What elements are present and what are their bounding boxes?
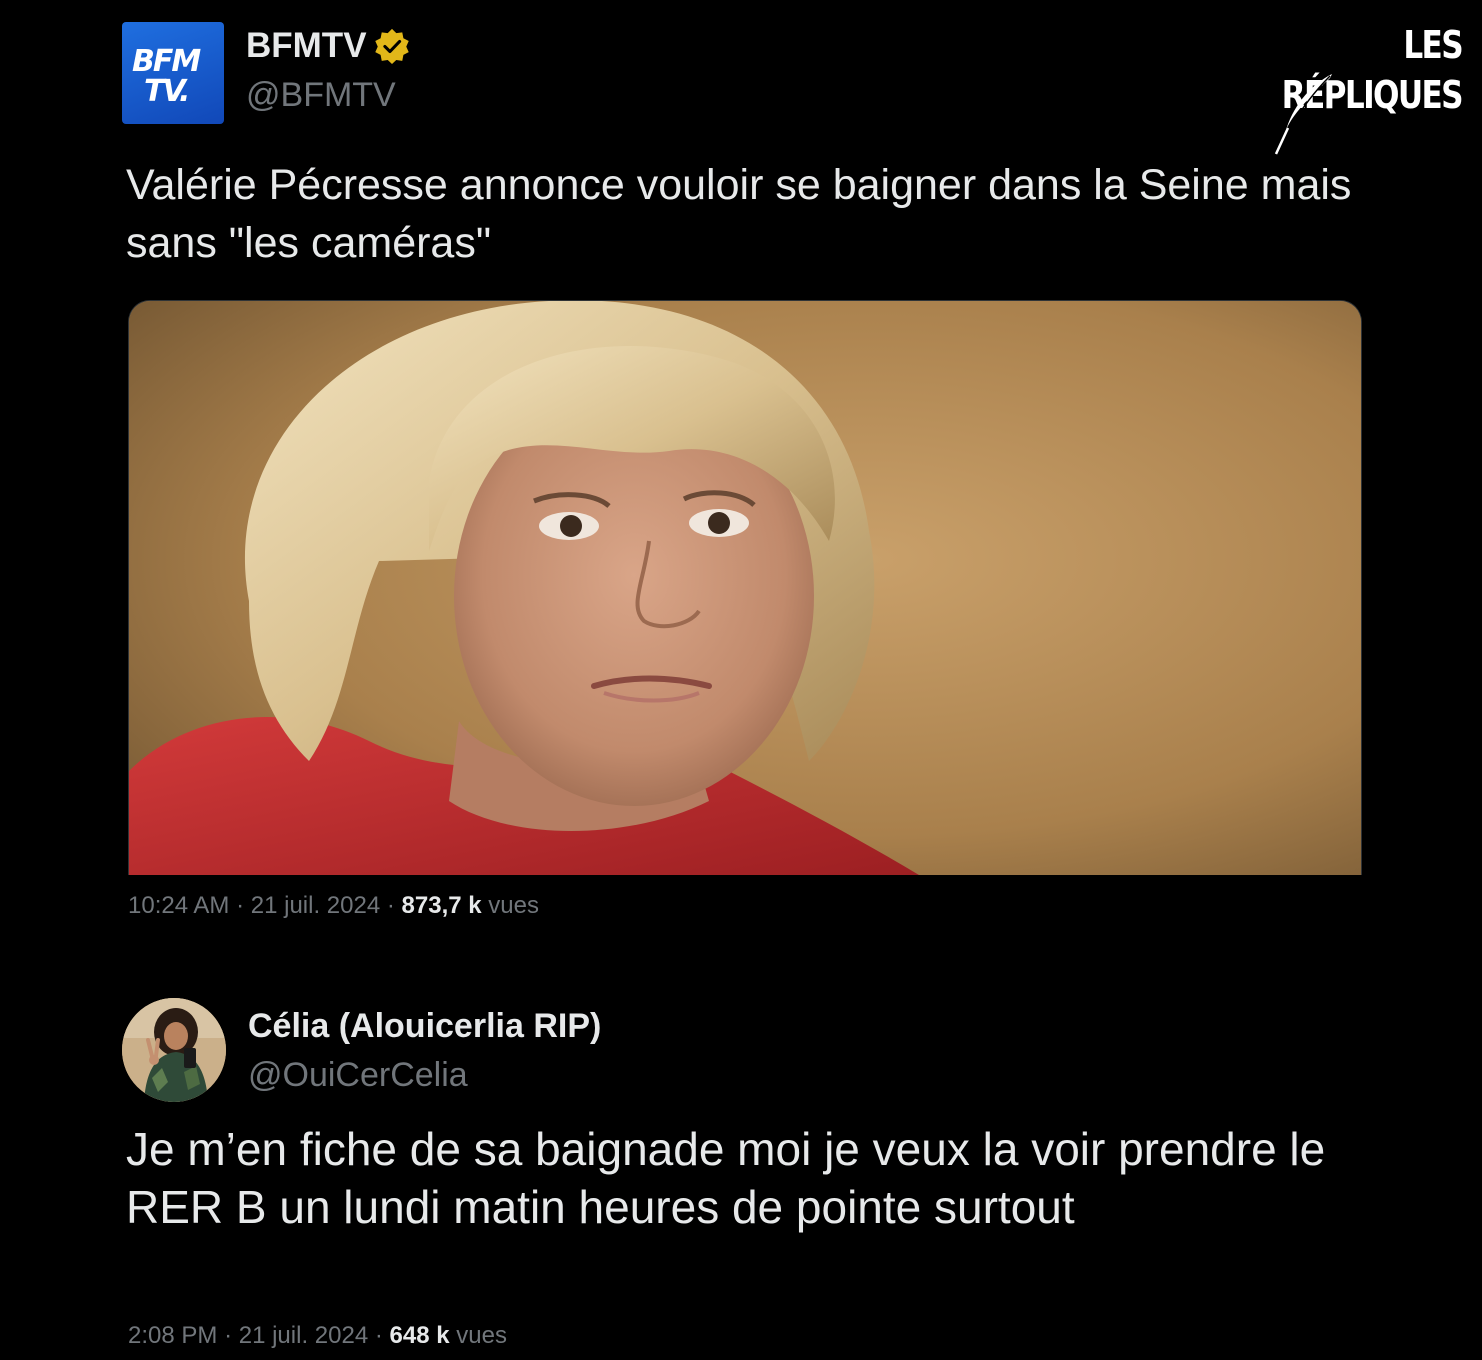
tweet-text: Valérie Pécresse annonce vouloir se baig… (126, 161, 1352, 267)
handle[interactable]: @OuiCerCelia (248, 1052, 601, 1098)
tweet-header: Célia (Alouicerlia RIP) @OuiCerCelia (122, 998, 1362, 1104)
tweet-time[interactable]: 10:24 AM (128, 892, 229, 919)
meta-separator: · (224, 1322, 233, 1349)
views-label: vues (488, 892, 539, 919)
profile-photo-selfie-icon (122, 998, 226, 1102)
tweet-header: BFM TV. BFMTV @BFMTV (122, 20, 1362, 126)
tweet-bfmtv[interactable]: BFM TV. BFMTV @BFMTV Valérie Pécresse an… (122, 20, 1362, 919)
verified-gold-badge-icon (374, 28, 409, 65)
views-count: 873,7 k (401, 892, 482, 919)
tweet-meta: 2:08 PM · 21 juil. 2024 · 648 k vues (128, 1322, 507, 1350)
portrait-photo-icon (129, 301, 1361, 875)
display-name[interactable]: Célia (Alouicerlia RIP) (248, 1004, 601, 1048)
meta-separator: · (236, 892, 245, 919)
meta-separator: · (386, 892, 395, 919)
tweet-media-photo[interactable] (128, 300, 1362, 875)
tweet-date[interactable]: 21 juil. 2024 (239, 1322, 368, 1349)
meta-separator: · (374, 1322, 383, 1349)
views-count: 648 k (389, 1322, 450, 1349)
tweet-text: Je m’en fiche de sa baignade moi je veux… (126, 1123, 1326, 1233)
tweet-meta: 10:24 AM · 21 juil. 2024 · 873,7 k vues (128, 892, 539, 920)
views-label: vues (456, 1322, 507, 1349)
display-name-row[interactable]: Célia (Alouicerlia RIP) (248, 1004, 601, 1048)
tweet-date[interactable]: 21 juil. 2024 (251, 892, 380, 919)
handle[interactable]: @BFMTV (246, 72, 411, 118)
avatar[interactable] (122, 998, 226, 1102)
display-name[interactable]: BFMTV (246, 24, 367, 68)
display-name-row[interactable]: BFMTV (246, 24, 411, 68)
author-names: BFMTV @BFMTV (246, 24, 411, 118)
author-names: Célia (Alouicerlia RIP) @OuiCerCelia (248, 1004, 601, 1098)
tweet-time[interactable]: 2:08 PM (128, 1322, 217, 1349)
bfmtv-logo-line2: TV. (144, 74, 190, 109)
tweet-reply-celia[interactable]: Célia (Alouicerlia RIP) @OuiCerCelia Je … (122, 998, 1362, 1349)
avatar[interactable]: BFM TV. (122, 22, 224, 124)
